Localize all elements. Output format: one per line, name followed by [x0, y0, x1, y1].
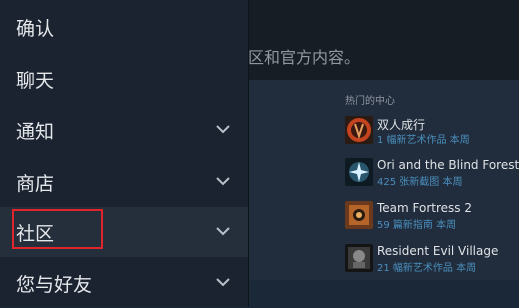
menu-item-store[interactable]: 商店 [0, 157, 248, 207]
hub-name: Team Fortress 2 [377, 201, 472, 215]
hub-section-title: 热门的中心 [345, 96, 395, 107]
hub-activity[interactable]: 1 幅新艺术作品 本周 [377, 131, 470, 146]
chevron-down-icon [216, 177, 230, 186]
chevron-down-icon [216, 125, 230, 134]
hub-activity[interactable]: 425 张新截图 本周 [377, 173, 462, 188]
chevron-down-icon [216, 227, 230, 236]
team-fortress-icon [345, 201, 373, 229]
menu-item-label: 您与好友 [16, 274, 93, 296]
hub-activity[interactable]: 21 幅新艺术作品 本周 [377, 259, 476, 274]
hub-name: Resident Evil Village [377, 244, 499, 258]
hub-item-ori[interactable]: Ori and the Blind Forest: De 425 张新截图 本周 [345, 158, 519, 188]
menu-item-label: 确认 [16, 18, 55, 40]
hub-activity[interactable]: 59 篇新指南 本周 [377, 216, 456, 231]
hub-item-it-takes-two[interactable]: 双人成行 1 幅新艺术作品 本周 [345, 116, 519, 146]
page-description: 社区和官方内容。 [232, 48, 361, 67]
it-takes-two-icon [345, 116, 373, 144]
menu-item-label: 通知 [16, 121, 55, 143]
menu-item-notifications[interactable]: 通知 [0, 105, 248, 155]
menu-item-label: 聊天 [16, 70, 55, 92]
ori-icon [345, 158, 373, 186]
menu-item-you-and-friends[interactable]: 您与好友 [0, 258, 248, 308]
menu-item-label: 商店 [16, 173, 55, 195]
highlight-box [12, 209, 103, 249]
resident-evil-icon [345, 244, 373, 272]
menu-item-chat[interactable]: 聊天 [0, 54, 248, 104]
side-menu: 确认 聊天 通知 商店 社区 您与好友 [0, 0, 249, 307]
menu-item-confirm[interactable]: 确认 [0, 2, 248, 52]
hub-name: Ori and the Blind Forest: De [377, 158, 519, 172]
hub-item-resident-evil[interactable]: Resident Evil Village 21 幅新艺术作品 本周 [345, 244, 519, 274]
hub-item-team-fortress[interactable]: Team Fortress 2 59 篇新指南 本周 [345, 201, 519, 231]
chevron-down-icon [216, 278, 230, 287]
